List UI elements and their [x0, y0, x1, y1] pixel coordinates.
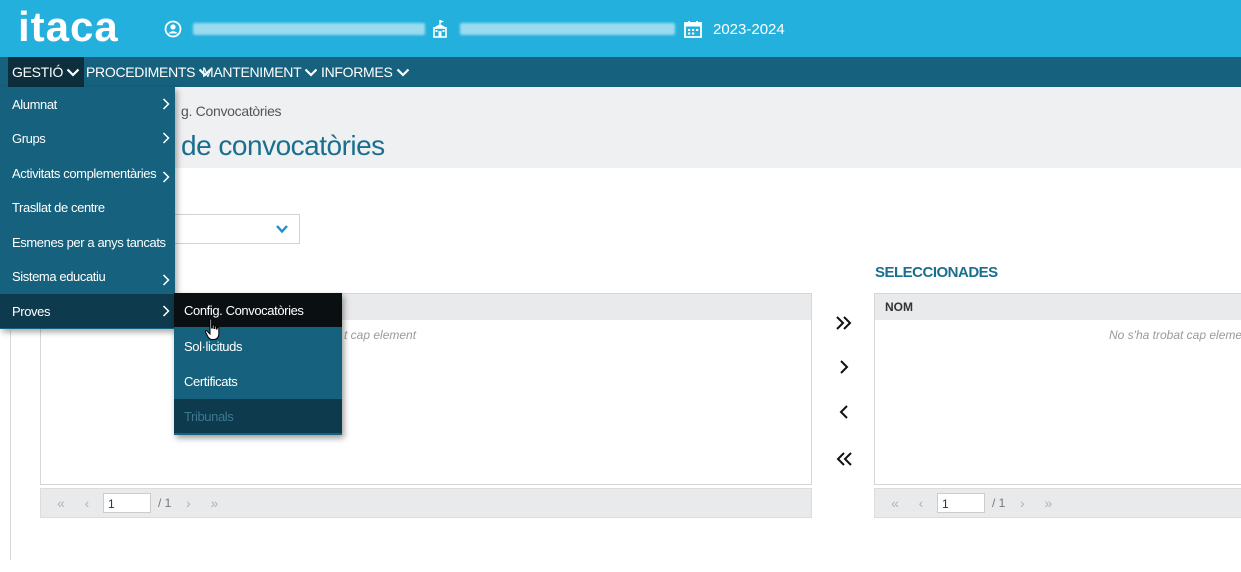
last-page-icon[interactable]: » — [204, 493, 224, 513]
calendar-icon — [683, 19, 703, 39]
move-all-right-button[interactable] — [833, 310, 855, 336]
prev-page-icon[interactable]: ‹ — [77, 493, 97, 513]
available-pager: « ‹ 1 / 1 › » — [40, 488, 812, 518]
breadcrumb[interactable]: g. Convocatòries — [181, 103, 282, 119]
chevron-down-icon — [396, 68, 409, 77]
selected-page-total: / 1 — [992, 496, 1006, 510]
hand-cursor-icon — [204, 318, 220, 340]
move-right-button[interactable] — [833, 354, 855, 380]
nav-procediments[interactable]: PROCEDIMENTS — [82, 57, 216, 87]
nav-gestio[interactable]: GESTIÓ — [8, 57, 85, 87]
submenu-item-sollicituds[interactable]: Sol·licituds — [174, 329, 342, 363]
submenu-item-config-convocatories[interactable]: Config. Convocatòries — [174, 293, 342, 327]
nav-informes-label: INFORMES — [321, 64, 393, 80]
menu-item-alumnat[interactable]: Alumnat — [0, 87, 175, 121]
chevron-right-icon — [162, 305, 170, 317]
chevron-right-icon — [162, 98, 170, 110]
available-page-total: / 1 — [158, 496, 172, 510]
menu-item-proves[interactable]: Proves — [0, 294, 175, 328]
menu-item-trasllat[interactable]: Trasllat de centre — [0, 190, 175, 224]
menu-item-sistema-educatiu[interactable]: Sistema educatiu — [0, 259, 175, 293]
redacted-school-name — [460, 23, 675, 35]
menu-item-label: Sistema educatiu — [12, 268, 106, 284]
chevron-down-icon — [66, 68, 80, 77]
chevron-right-icon — [162, 132, 170, 144]
itaca-logo[interactable]: itaca — [18, 3, 119, 51]
gestio-menu: Alumnat Grups Activitats complementàries… — [0, 87, 175, 329]
chevron-right-icon — [840, 360, 849, 374]
selected-empty-message: No s'ha trobat cap eleme — [1109, 328, 1241, 342]
nav-gestio-label: GESTIÓ — [12, 64, 64, 80]
nav-manteniment[interactable]: MANTENIMENT — [198, 57, 322, 87]
menu-item-label: Trasllat de centre — [12, 199, 105, 215]
divider — [10, 330, 11, 560]
move-all-left-button[interactable] — [833, 446, 855, 472]
menu-item-esmenes[interactable]: Esmenes per a anys tancats — [0, 225, 175, 259]
chevron-left-icon — [839, 405, 848, 419]
selected-pager: « ‹ 1 / 1 › » — [874, 488, 1241, 518]
menu-item-label: Alumnat — [12, 96, 57, 112]
submenu-item-label: Certificats — [184, 373, 238, 389]
top-header: itaca 2023-2024 — [0, 0, 1241, 57]
school-year[interactable]: 2023-2024 — [683, 17, 785, 41]
next-page-icon[interactable]: › — [178, 493, 198, 513]
prev-page-icon[interactable]: ‹ — [911, 493, 931, 513]
chevron-right-icon — [162, 171, 170, 183]
nav-informes[interactable]: INFORMES — [317, 57, 414, 87]
redacted-user-name — [193, 23, 425, 35]
double-chevron-right-icon — [836, 316, 852, 330]
submenu-item-tribunals: Tribunals — [174, 399, 342, 433]
selected-list-header[interactable]: NOM — [875, 294, 1241, 320]
chevron-down-icon — [276, 225, 288, 234]
selected-section-title: SELECCIONADES — [875, 264, 998, 281]
menu-item-label: Esmenes per a anys tancats — [12, 234, 166, 250]
user-info[interactable] — [163, 17, 425, 41]
proves-submenu: Config. Convocatòries Sol·licituds Certi… — [174, 293, 342, 435]
menu-item-grups[interactable]: Grups — [0, 121, 175, 155]
first-page-icon[interactable]: « — [885, 493, 905, 513]
submenu-item-label: Config. Convocatòries — [184, 302, 304, 318]
page-title: de convocatòries — [181, 130, 385, 161]
double-chevron-left-icon — [836, 452, 852, 466]
school-icon — [430, 19, 450, 39]
first-page-icon[interactable]: « — [51, 493, 71, 513]
submenu-item-label: Tribunals — [184, 408, 234, 424]
nav-manteniment-label: MANTENIMENT — [202, 64, 302, 80]
nav-procediments-label: PROCEDIMENTS — [86, 64, 196, 80]
available-empty-message: t cap element — [344, 328, 417, 342]
selected-list[interactable]: NOM No s'ha trobat cap eleme — [874, 293, 1241, 485]
school-year-label: 2023-2024 — [713, 20, 785, 38]
menu-item-activitats[interactable]: Activitats complementàries — [0, 156, 175, 190]
available-page-input[interactable]: 1 — [103, 493, 151, 513]
last-page-icon[interactable]: » — [1038, 493, 1058, 513]
menu-item-label: Proves — [12, 303, 51, 319]
school-info[interactable] — [430, 17, 675, 41]
user-icon — [163, 19, 183, 39]
chevron-right-icon — [162, 274, 170, 286]
submenu-item-certificats[interactable]: Certificats — [174, 364, 342, 398]
move-left-button[interactable] — [833, 399, 855, 425]
menu-item-label: Activitats complementàries — [12, 165, 157, 181]
next-page-icon[interactable]: › — [1012, 493, 1032, 513]
selected-page-input[interactable]: 1 — [937, 493, 985, 513]
menu-item-label: Grups — [12, 130, 46, 146]
main-nav: GESTIÓ PROCEDIMENTS MANTENIMENT INFORMES — [0, 57, 1241, 87]
